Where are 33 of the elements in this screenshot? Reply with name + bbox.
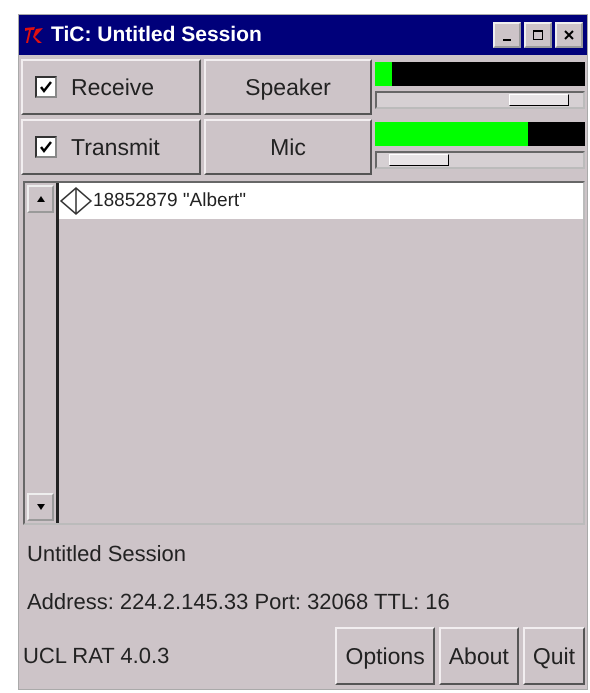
close-icon	[563, 29, 575, 41]
window-title: TiC: Untitled Session	[51, 23, 263, 47]
checkmark-icon	[39, 80, 53, 94]
minimize-button[interactable]	[493, 22, 521, 48]
diamond-icon	[59, 186, 93, 216]
checkbox[interactable]: Transmit	[21, 119, 201, 175]
device-button[interactable]: Speaker	[204, 59, 372, 115]
scroll-up-button[interactable]	[27, 185, 54, 213]
slider-thumb[interactable]	[509, 94, 570, 106]
maximize-button[interactable]	[524, 22, 552, 48]
participant-name: 18852879 "Albert"	[93, 190, 246, 212]
down-arrow-icon	[36, 503, 46, 511]
session-name: Untitled Session	[27, 541, 187, 567]
action-button[interactable]: Options	[335, 627, 435, 685]
volume-slider[interactable]	[375, 151, 585, 169]
maximize-icon	[532, 29, 544, 41]
scrollbar[interactable]	[25, 183, 59, 523]
action-button[interactable]: Quit	[522, 627, 585, 685]
volume-slider[interactable]	[375, 91, 585, 109]
close-button[interactable]	[555, 22, 583, 48]
participant-row[interactable]: 18852879 "Albert"	[59, 183, 583, 219]
version-label: UCL RAT 4.0.3	[23, 643, 170, 669]
minimize-icon	[503, 38, 511, 40]
checkbox[interactable]: Receive	[21, 59, 201, 115]
up-arrow-icon	[36, 195, 46, 203]
scroll-down-button[interactable]	[27, 493, 54, 521]
slider-thumb[interactable]	[388, 154, 449, 166]
device-button[interactable]: Mic	[204, 119, 372, 175]
checkmark-icon	[39, 140, 53, 154]
address-info: Address: 224.2.145.33 Port: 32068 TTL: 16	[27, 589, 451, 615]
checkbox-box[interactable]	[35, 76, 57, 98]
action-button[interactable]: About	[438, 627, 519, 685]
checkbox-box[interactable]	[35, 136, 57, 158]
